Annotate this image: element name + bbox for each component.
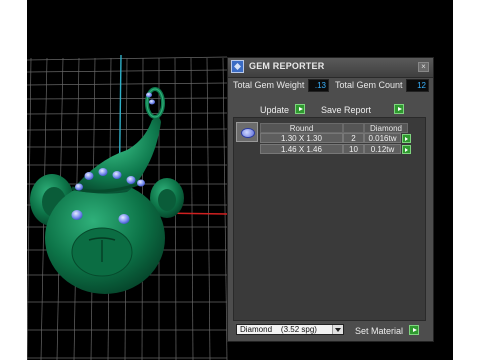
right-margin — [453, 0, 480, 360]
header-shape: Round — [260, 123, 343, 133]
update-button[interactable] — [295, 104, 305, 114]
set-material-button[interactable] — [409, 325, 419, 335]
row-select-button[interactable] — [402, 134, 411, 143]
round-gem-icon — [236, 122, 258, 142]
table-row-weight: 0.016tw — [364, 133, 401, 143]
table-row-weight: 0.12tw — [364, 144, 401, 154]
gem-list[interactable]: Round Diamond 1.30 X 1.30 2 0.016tw 1.46… — [233, 117, 426, 321]
table-row-count: 2 — [343, 133, 364, 143]
bear-head — [45, 182, 165, 294]
material-select-value: Diamond (3.52 spg) — [240, 325, 317, 334]
close-button[interactable]: × — [418, 62, 429, 72]
table-row-size: 1.46 X 1.46 — [260, 144, 343, 154]
chevron-down-icon[interactable] — [332, 325, 343, 334]
header-material: Diamond — [364, 123, 408, 133]
panel-titlebar[interactable]: GEM REPORTER × — [228, 58, 433, 78]
total-gem-count-label: Total Gem Count — [335, 80, 403, 90]
save-report-button-label: Save Report — [321, 105, 372, 115]
row-select-button[interactable] — [402, 145, 411, 154]
save-report-button[interactable] — [394, 104, 404, 114]
header-count — [343, 123, 364, 133]
table-row-size: 1.30 X 1.30 — [260, 133, 343, 143]
set-material-label: Set Material — [355, 326, 404, 336]
total-gem-weight-label: Total Gem Weight — [233, 80, 305, 90]
gem-reporter-panel: GEM REPORTER × Total Gem Weight .13 Tota… — [227, 57, 434, 342]
total-gem-weight-value: .13 — [308, 79, 329, 92]
panel-title: GEM REPORTER — [249, 61, 325, 71]
gem-reporter-icon — [231, 60, 244, 73]
material-select[interactable]: Diamond (3.52 spg) — [236, 324, 344, 335]
update-button-label: Update — [260, 105, 290, 115]
table-row-count: 10 — [343, 144, 364, 154]
left-margin — [0, 0, 27, 360]
total-gem-count-value: 12 — [406, 79, 429, 92]
